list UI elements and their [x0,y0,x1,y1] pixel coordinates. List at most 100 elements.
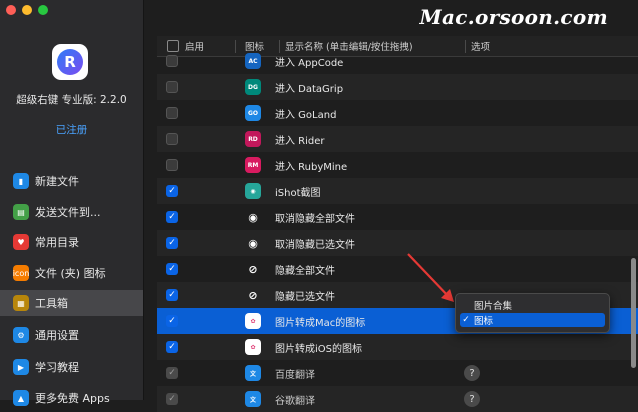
sidebar-item-label: 常用目录 [35,236,79,249]
translate-icon: 文 [245,365,261,381]
enable-checkbox[interactable]: ✓ [166,237,178,249]
sidebar: R 超级右键 专业版: 2.2.0 已注册 ▮ 新建文件 ▤ 发送文件到... ♥ 常用目… [0,0,144,406]
sidebar-item-4[interactable]: icon 文件 (夹) 图标 [0,260,143,286]
eye-icon: ◉ [248,236,258,250]
new-file-icon: ▮ [13,173,29,189]
enable-checkbox[interactable]: ✓ [166,341,178,353]
row-display-name[interactable]: 取消隐藏已选文件 [275,236,355,251]
table-row[interactable]: GO 进入 GoLand [157,100,638,126]
minimize-window-button[interactable] [22,5,32,15]
row-display-name[interactable]: 隐藏全部文件 [275,262,335,277]
checkmark-icon: ✓ [168,264,176,274]
apps-icon: ▲ [13,390,29,406]
row-display-name[interactable]: 进入 AppCode [275,54,343,69]
tutorial-icon: ▶ [13,359,29,375]
toolbox-icon: ▦ [13,295,29,311]
zoom-window-button[interactable] [38,5,48,15]
sidebar-item-label: 通用设置 [35,329,79,342]
row-display-name[interactable]: 图片转成iOS的图标 [275,340,362,355]
table-row[interactable]: ✓ ◉ 取消隐藏已选文件 [157,230,638,256]
popup-option-1[interactable]: 图片合集 [460,298,605,312]
table-row[interactable]: ✓ ◉ iShot截图 [157,178,638,204]
sidebar-item-label: 学习教程 [35,361,79,374]
checkmark-icon: ✓ [168,186,176,196]
popup-option-label: 图片合集 [474,301,513,312]
enable-checkbox[interactable] [166,55,178,67]
enable-checkbox[interactable] [166,81,178,93]
toolbox-panel: 启用 图标 显示名称 (单击编辑/按住拖拽) 选项 AC 进入 AppCode DG… [144,0,638,412]
eye-slash-icon: ⊘ [248,262,258,276]
enable-checkbox[interactable] [166,159,178,171]
sidebar-item-label: 更多免费 Apps [35,392,110,405]
watermark: Mac.orsoon.com [419,5,608,29]
close-window-button[interactable] [6,5,16,15]
help-icon[interactable]: ? [464,365,480,381]
sidebar-item-label: 发送文件到... [35,206,101,219]
eye-icon: ◉ [248,210,258,224]
sidebar-item-label: 新建文件 [35,175,79,188]
enable-checkbox[interactable] [166,133,178,145]
table-row[interactable]: ✓ ◉ 取消隐藏全部文件 [157,204,638,230]
row-display-name[interactable]: 隐藏已选文件 [275,288,335,303]
ishot-icon: ◉ [245,183,261,199]
sidebar-item-8[interactable]: ▲ 更多免费 Apps [0,385,143,411]
enable-checkbox: ✓ [166,393,178,405]
checkmark-icon: ✓ [168,368,176,378]
checkmark-icon: ✓ [168,394,176,404]
table-row[interactable]: ✓ ✿ 图片转成iOS的图标 [157,334,638,360]
gear-icon: ⚙ [13,327,29,343]
sidebar-item-2[interactable]: ▤ 发送文件到... [0,199,143,225]
table-row[interactable]: AC 进入 AppCode [157,48,638,74]
sidebar-item-7[interactable]: ▶ 学习教程 [0,354,143,380]
row-display-name[interactable]: 取消隐藏全部文件 [275,210,355,225]
sidebar-item-3[interactable]: ♥ 常用目录 [0,229,143,255]
app-version-title: 超级右键 专业版: 2.2.0 [16,94,127,106]
popup-option-2[interactable]: ✓ 图标 [460,313,605,327]
row-display-name[interactable]: 谷歌翻译 [275,392,315,407]
checkmark-icon: ✓ [168,342,176,352]
row-display-name[interactable]: 百度翻译 [275,366,315,381]
popup-option-label: 图标 [474,316,494,327]
enable-checkbox[interactable]: ✓ [166,315,178,327]
enable-checkbox[interactable]: ✓ [166,185,178,197]
row-display-name[interactable]: 进入 Rider [275,132,325,147]
eye-slash-icon: ⊘ [248,288,258,302]
table-row[interactable]: RD 进入 Rider [157,126,638,152]
help-icon[interactable]: ? [464,391,480,407]
app-logo-letter: R [57,49,83,75]
table-row[interactable]: ✓ ⊘ 隐藏全部文件 [157,256,638,282]
translate-icon: 文 [245,391,261,407]
table-row[interactable]: RM 进入 RubyMine [157,152,638,178]
appcode-icon: AC [245,53,261,69]
row-display-name[interactable]: 进入 DataGrip [275,80,343,95]
sidebar-item-1[interactable]: ▮ 新建文件 [0,168,143,194]
row-display-name[interactable]: 图片转成Mac的图标 [275,314,365,329]
icon-badge-icon: icon [13,265,29,281]
send-file-icon: ▤ [13,204,29,220]
scrollbar[interactable] [631,258,636,368]
annotation-arrow-icon [407,253,454,302]
app-logo-icon: R [52,44,88,80]
row-display-name[interactable]: 进入 GoLand [275,106,336,121]
checkmark-icon: ✓ [168,238,176,248]
row-display-name[interactable]: 进入 RubyMine [275,158,347,173]
row-display-name[interactable]: iShot截图 [275,184,321,199]
photos-icon: ✿ [245,313,261,329]
enable-checkbox[interactable]: ✓ [166,289,178,301]
table-row[interactable]: DG 进入 DataGrip [157,74,638,100]
table-row[interactable]: ✓ 文百度翻译? [157,360,638,386]
registration-status: 已注册 [55,124,88,136]
checkmark-icon: ✓ [168,212,176,222]
sidebar-item-label: 工具箱 [35,297,68,310]
sidebar-item-label: 文件 (夹) 图标 [35,267,106,280]
checkmark-icon: ✓ [168,290,176,300]
datagrip-icon: DG [245,79,261,95]
table-row[interactable]: ✓ 文谷歌翻译? [157,386,638,412]
goland-icon: GO [245,105,261,121]
sidebar-item-5[interactable]: ▦ 工具箱 [0,290,143,316]
enable-checkbox[interactable]: ✓ [166,263,178,275]
sidebar-item-6[interactable]: ⚙ 通用设置 [0,322,143,348]
enable-checkbox[interactable] [166,107,178,119]
rubymine-icon: RM [245,157,261,173]
enable-checkbox[interactable]: ✓ [166,211,178,223]
